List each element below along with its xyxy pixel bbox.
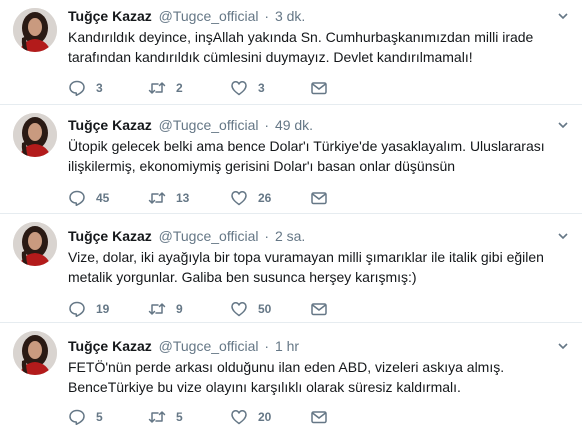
separator: ·: [264, 8, 270, 24]
retweet-icon: [148, 411, 166, 423]
reply-button[interactable]: 3: [68, 79, 103, 97]
like-button[interactable]: 50: [230, 300, 271, 318]
reply-button[interactable]: 45: [68, 189, 109, 207]
tweet-text-line: tarafından kandırıldık cümlesini duymayı…: [68, 49, 473, 65]
like-count: 3: [258, 81, 265, 95]
reply-count: 3: [96, 81, 103, 95]
tweet-header: Tuğçe Kazaz @Tugce_official · 3 dk.: [68, 7, 305, 25]
tweet-text-line: ilişkilermiş, ekonomiymiş gerisini Dolar…: [68, 158, 456, 174]
envelope-icon: [311, 192, 327, 205]
tweet-text-line: metalik yorgunlar. Galiba ben susunca he…: [68, 269, 417, 285]
retweet-button[interactable]: 13: [148, 189, 189, 207]
reply-icon: [69, 301, 85, 318]
reply-icon: [69, 80, 85, 97]
like-button[interactable]: 3: [230, 79, 265, 97]
timestamp[interactable]: 3 dk.: [275, 8, 305, 24]
tweet-text: FETÖ'nün perde arkası olduğunu ilan eden…: [68, 357, 568, 397]
envelope-icon: [311, 303, 327, 316]
chevron-down-icon[interactable]: [556, 118, 570, 132]
avatar[interactable]: [13, 331, 57, 375]
tweet-header: Tuğçe Kazaz @Tugce_official · 1 hr: [68, 337, 299, 355]
user-handle[interactable]: @Tugce_official: [159, 228, 259, 244]
heart-icon: [231, 410, 247, 425]
chevron-down-icon[interactable]: [556, 229, 570, 243]
display-name[interactable]: Tuğçe Kazaz: [68, 117, 152, 133]
like-button[interactable]: 26: [230, 189, 271, 207]
separator: ·: [264, 117, 270, 133]
tweet[interactable]: Tuğçe Kazaz @Tugce_official · 1 hr FETÖ'…: [0, 323, 582, 428]
retweet-button[interactable]: 2: [148, 79, 183, 97]
message-button[interactable]: [310, 300, 338, 318]
tweet-text: Ütopik gelecek belki ama bence Dolar'ı T…: [68, 136, 568, 176]
like-count: 26: [258, 191, 272, 205]
avatar[interactable]: [13, 222, 57, 266]
reply-count: 45: [96, 191, 110, 205]
reply-button[interactable]: 5: [68, 408, 103, 426]
message-button[interactable]: [310, 408, 338, 426]
avatar[interactable]: [13, 113, 57, 157]
tweet-text: Kandırıldık deyince, inşAllah yakında Sn…: [68, 27, 568, 67]
like-button[interactable]: 20: [230, 408, 271, 426]
tweet-text: Vize, dolar, iki ayağıyla bir topa vuram…: [68, 247, 568, 287]
heart-icon: [231, 81, 247, 96]
like-count: 50: [258, 302, 272, 316]
reply-count: 19: [96, 302, 110, 316]
reply-icon: [69, 409, 85, 426]
envelope-icon: [311, 411, 327, 424]
tweet-text-line: FETÖ'nün perde arkası olduğunu ilan eden…: [68, 359, 505, 375]
tweet-text-line: Kandırıldık deyince, inşAllah yakında Sn…: [68, 29, 534, 45]
chevron-down-icon[interactable]: [556, 339, 570, 353]
timestamp[interactable]: 49 dk.: [275, 117, 313, 133]
retweet-count: 9: [176, 302, 183, 316]
tweet-text-line: BenceTürkiye bu vize olayını karşılıklı …: [68, 379, 461, 395]
tweet-header: Tuğçe Kazaz @Tugce_official · 2 sa.: [68, 227, 305, 245]
reply-count: 5: [96, 410, 103, 424]
heart-icon: [231, 302, 247, 317]
retweet-icon: [148, 192, 166, 204]
retweet-icon: [148, 303, 166, 315]
separator: ·: [264, 228, 270, 244]
retweet-count: 13: [176, 191, 190, 205]
tweet[interactable]: Tuğçe Kazaz @Tugce_official · 2 sa. Vize…: [0, 214, 582, 323]
tweet-text-line: Ütopik gelecek belki ama bence Dolar'ı T…: [68, 138, 545, 154]
tweet-text-line: Vize, dolar, iki ayağıyla bir topa vuram…: [68, 249, 544, 265]
display-name[interactable]: Tuğçe Kazaz: [68, 338, 152, 354]
message-button[interactable]: [310, 189, 338, 207]
user-handle[interactable]: @Tugce_official: [159, 8, 259, 24]
user-handle[interactable]: @Tugce_official: [159, 117, 259, 133]
retweet-icon: [148, 82, 166, 94]
user-handle[interactable]: @Tugce_official: [159, 338, 259, 354]
tweet[interactable]: Tuğçe Kazaz @Tugce_official · 49 dk. Üto…: [0, 105, 582, 214]
envelope-icon: [311, 82, 327, 95]
message-button[interactable]: [310, 79, 338, 97]
display-name[interactable]: Tuğçe Kazaz: [68, 8, 152, 24]
reply-icon: [69, 190, 85, 207]
retweet-button[interactable]: 9: [148, 300, 183, 318]
retweet-count: 5: [176, 410, 183, 424]
tweet-header: Tuğçe Kazaz @Tugce_official · 49 dk.: [68, 116, 313, 134]
timestamp[interactable]: 1 hr: [275, 338, 299, 354]
heart-icon: [231, 191, 247, 206]
display-name[interactable]: Tuğçe Kazaz: [68, 228, 152, 244]
tweet[interactable]: Tuğçe Kazaz @Tugce_official · 3 dk. Kand…: [0, 0, 582, 105]
retweet-button[interactable]: 5: [148, 408, 183, 426]
timestamp[interactable]: 2 sa.: [275, 228, 305, 244]
separator: ·: [264, 338, 270, 354]
reply-button[interactable]: 19: [68, 300, 109, 318]
retweet-count: 2: [176, 81, 183, 95]
avatar[interactable]: [13, 8, 57, 52]
like-count: 20: [258, 410, 272, 424]
chevron-down-icon[interactable]: [556, 9, 570, 23]
